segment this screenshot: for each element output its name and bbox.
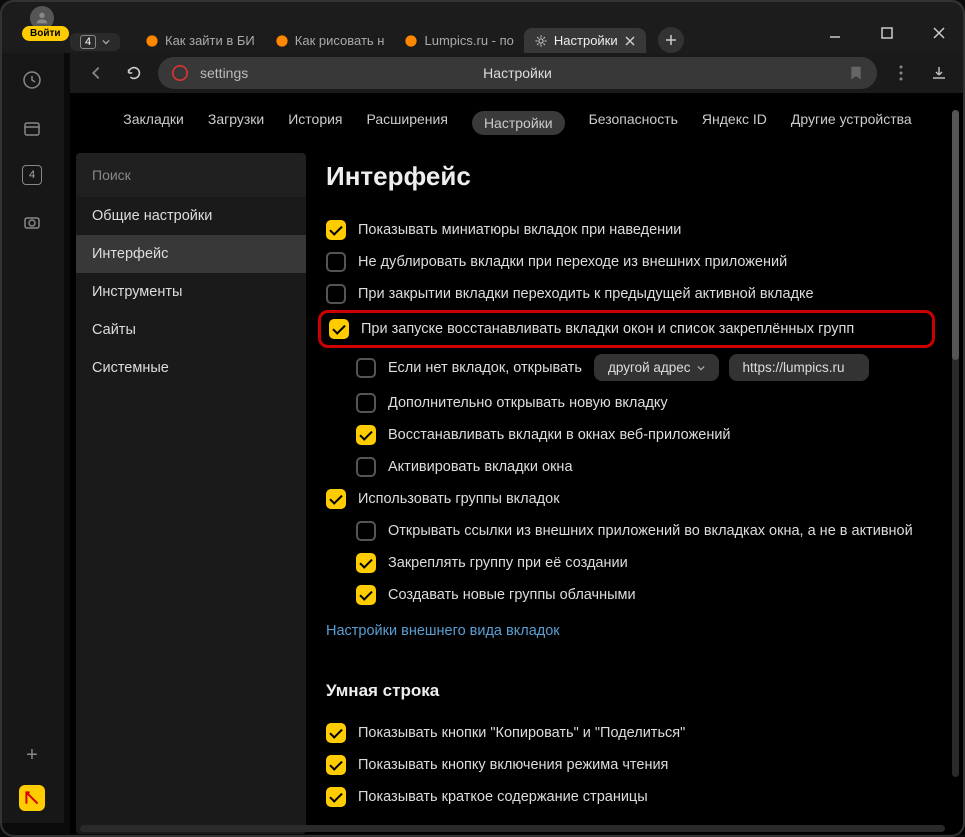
url-input[interactable]: https://lumpics.ru [729, 354, 869, 381]
setting-label: Восстанавливать вкладки в окнах веб-прил… [388, 427, 731, 443]
checkbox[interactable] [326, 787, 346, 807]
checkbox[interactable] [356, 585, 376, 605]
download-button[interactable] [925, 65, 953, 81]
checkbox[interactable] [356, 553, 376, 573]
tab-label: Как рисовать н [295, 33, 385, 48]
checkbox[interactable] [356, 457, 376, 477]
reload-button[interactable] [120, 59, 148, 87]
back-button[interactable] [82, 59, 110, 87]
setting-row: Если нет вкладок, открыватьдругой адрес … [356, 348, 935, 387]
page-title: Настройки [483, 65, 552, 81]
collections-icon[interactable] [21, 117, 43, 139]
nav-tab[interactable]: Настройки [472, 111, 565, 135]
tabs-counter-value: 4 [80, 35, 96, 49]
nav-tab[interactable]: Яндекс ID [702, 111, 767, 135]
checkbox[interactable] [326, 252, 346, 272]
sidebar-item[interactable]: Сайты [76, 311, 306, 349]
setting-label: Активировать вкладки окна [388, 459, 573, 475]
checkbox[interactable] [356, 393, 376, 413]
nav-tab[interactable]: Расширения [367, 111, 448, 135]
setting-label: Показывать краткое содержание страницы [358, 789, 648, 805]
tab-label: Как зайти в БИ [165, 33, 255, 48]
setting-label: При запуске восстанавливать вкладки окон… [361, 321, 854, 337]
yandex-app-icon[interactable] [19, 785, 45, 811]
address-bar[interactable]: settings Настройки [158, 57, 877, 89]
setting-row: Не дублировать вкладки при переходе из в… [326, 246, 935, 278]
browser-tab[interactable]: Настройки [524, 28, 646, 53]
section-title: Интерфейс [326, 161, 935, 192]
setting-row: Дополнительно открывать новую вкладку [356, 387, 935, 419]
setting-label: Показывать кнопки "Копировать" и "Подели… [358, 725, 685, 741]
setting-label: Создавать новые группы облачными [388, 587, 636, 603]
sidebar-item[interactable]: Интерфейс [76, 235, 306, 273]
setting-row: Активировать вкладки окна [356, 451, 935, 483]
sidebar-item[interactable]: Системные [76, 349, 306, 387]
checkbox[interactable] [326, 723, 346, 743]
nav-tab[interactable]: Закладки [123, 111, 184, 135]
setting-label: Закреплять группу при её создании [388, 555, 628, 571]
history-icon[interactable] [21, 69, 43, 91]
tab-label: Lumpics.ru - по [424, 33, 513, 48]
sidebar-item[interactable]: Общие настройки [76, 197, 306, 235]
checkbox[interactable] [326, 755, 346, 775]
browser-tab[interactable]: Как рисовать н [265, 28, 395, 53]
nav-tab[interactable]: История [288, 111, 342, 135]
address-text: settings [200, 65, 248, 81]
select-dropdown[interactable]: другой адрес [594, 354, 719, 381]
setting-row: При запуске восстанавливать вкладки окон… [318, 310, 935, 348]
close-tab-icon[interactable] [624, 35, 636, 47]
scrollbar-vertical[interactable] [952, 110, 959, 777]
yandex-icon [172, 65, 188, 81]
tabs-counter-button[interactable]: 4 [70, 33, 120, 51]
menu-button[interactable] [887, 65, 915, 81]
setting-row: Закреплять группу при её создании [356, 547, 935, 579]
setting-label: При закрытии вкладки переходить к предыд… [358, 286, 814, 302]
setting-label: Если нет вкладок, открывать [388, 360, 582, 376]
setting-label: Открывать ссылки из внешних приложений в… [388, 523, 913, 539]
setting-row: Показывать миниатюры вкладок при наведен… [326, 214, 935, 246]
setting-row: Восстанавливать вкладки в окнах веб-прил… [356, 419, 935, 451]
checkbox[interactable] [329, 319, 349, 339]
sidebar-item[interactable]: Инструменты [76, 273, 306, 311]
setting-label: Дополнительно открывать новую вкладку [388, 395, 668, 411]
checkbox[interactable] [356, 358, 376, 378]
close-button[interactable] [931, 25, 947, 41]
browser-tab[interactable]: Как зайти в БИ [135, 28, 265, 53]
setting-row: Открывать ссылки из внешних приложений в… [356, 515, 935, 547]
setting-row: Показывать краткое содержание страницы [326, 781, 935, 813]
setting-row: При закрытии вкладки переходить к предыд… [326, 278, 935, 310]
setting-label: Использовать группы вкладок [358, 491, 560, 507]
scrollbar-horizontal[interactable] [80, 825, 945, 832]
setting-row: Создавать новые группы облачными [356, 579, 935, 611]
tab-label: Настройки [554, 33, 618, 48]
browser-tab[interactable]: Lumpics.ru - по [394, 28, 523, 53]
setting-row: Показывать кнопки "Копировать" и "Подели… [326, 717, 935, 749]
nav-tab[interactable]: Загрузки [208, 111, 264, 135]
checkbox[interactable] [326, 284, 346, 304]
checkbox[interactable] [326, 489, 346, 509]
setting-row: Показывать кнопку включения режима чтени… [326, 749, 935, 781]
search-input[interactable]: Поиск [76, 153, 306, 197]
checkbox[interactable] [356, 425, 376, 445]
appearance-link[interactable]: Настройки внешнего вида вкладок [326, 611, 935, 651]
sub-section-title: Умная строка [326, 681, 935, 701]
setting-label: Показывать кнопку включения режима чтени… [358, 757, 668, 773]
checkbox[interactable] [356, 521, 376, 541]
maximize-button[interactable] [879, 25, 895, 41]
add-panel-button[interactable]: + [26, 744, 38, 767]
setting-label: Показывать миниатюры вкладок при наведен… [358, 222, 681, 238]
minimize-button[interactable] [827, 25, 843, 41]
setting-row: Использовать группы вкладок [326, 483, 935, 515]
screenshot-icon[interactable] [21, 211, 43, 233]
nav-tab[interactable]: Безопасность [589, 111, 678, 135]
setting-label: Не дублировать вкладки при переходе из в… [358, 254, 787, 270]
login-button[interactable]: Войти [22, 26, 69, 41]
new-tab-button[interactable] [658, 27, 684, 53]
tab-count-icon[interactable]: 4 [22, 165, 42, 185]
bookmark-icon[interactable] [849, 66, 863, 80]
nav-tab[interactable]: Другие устройства [791, 111, 912, 135]
checkbox[interactable] [326, 220, 346, 240]
